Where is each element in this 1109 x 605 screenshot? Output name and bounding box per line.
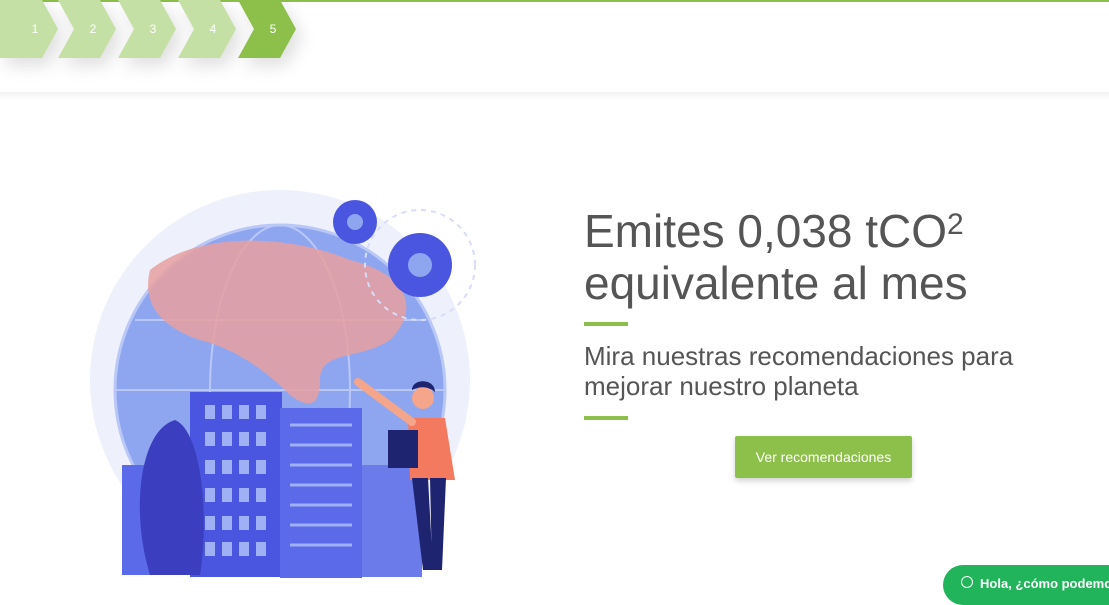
step-2[interactable]: 2 xyxy=(58,0,118,58)
step-2-chevron xyxy=(58,0,116,58)
emissions-headline-prefix: Emites 0,038 tCO xyxy=(584,205,948,257)
step-4[interactable]: 4 xyxy=(178,0,238,58)
recommendations-subtitle: Mira nuestras recomendaciones para mejor… xyxy=(584,341,1014,401)
building-right xyxy=(280,408,362,578)
divider-bottom xyxy=(584,416,628,420)
step-5-label: 5 xyxy=(269,22,277,36)
step-1-chevron xyxy=(0,0,58,58)
emissions-headline: Emites 0,038 tCO2 equivalente al mes xyxy=(584,205,1084,309)
view-recommendations-button[interactable]: Ver recomendaciones xyxy=(735,436,912,478)
chat-widget-label: Hola, ¿cómo podemos xyxy=(980,576,1109,591)
chat-widget-button[interactable]: Hola, ¿cómo podemos xyxy=(943,565,1109,605)
step-1[interactable]: 1 xyxy=(0,0,60,58)
whatsapp-icon xyxy=(961,576,973,588)
step-3-chevron xyxy=(118,0,176,58)
step-4-chevron xyxy=(178,0,236,58)
step-4-label: 4 xyxy=(209,22,217,36)
step-3[interactable]: 3 xyxy=(118,0,178,58)
section-shadow xyxy=(0,92,1109,100)
emissions-headline-superscript: 2 xyxy=(947,208,964,241)
building-main xyxy=(190,392,282,577)
step-1-label: 1 xyxy=(31,22,39,36)
step-3-label: 3 xyxy=(149,22,157,36)
step-5-chevron xyxy=(238,0,296,58)
step-2-label: 2 xyxy=(89,22,97,36)
step-5[interactable]: 5 xyxy=(238,0,298,58)
gear-large-icon xyxy=(388,233,452,297)
globe-city-person-illustration xyxy=(90,190,476,578)
gear-small-icon xyxy=(333,200,377,244)
progress-stepper: 1 2 3 4 5 xyxy=(0,0,300,58)
divider-top xyxy=(584,322,628,326)
emissions-headline-line2: equivalente al mes xyxy=(584,257,968,309)
